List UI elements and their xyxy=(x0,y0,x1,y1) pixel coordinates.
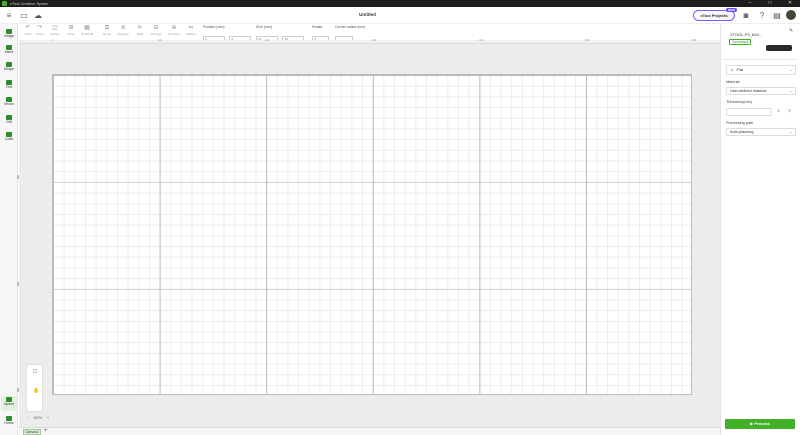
sidebar-item-image[interactable]: Image xyxy=(1,28,17,43)
app-logo-icon xyxy=(2,1,7,6)
sidebar-item-code[interactable]: Code xyxy=(1,131,17,146)
sidebar-item-home[interactable]: Home xyxy=(1,415,17,430)
sidebar-item-insert[interactable]: Insert xyxy=(1,44,17,59)
divider xyxy=(724,59,798,60)
hand-icon[interactable]: ✋ xyxy=(33,388,39,394)
align-icon: ⊫ xyxy=(137,25,143,31)
reflect-icon: ⇋ xyxy=(188,25,194,31)
material-label: Material xyxy=(726,80,740,84)
window-titlebar: xTool Creative Space – □ ✕ xyxy=(0,0,800,7)
tab-canvas1[interactable]: Canvas1 xyxy=(23,429,41,435)
chevron-down-icon: ⌄ xyxy=(789,129,793,134)
ruler-tick: 500 xyxy=(585,39,590,42)
reflect-button[interactable]: ⇋ Reflect xyxy=(183,25,199,39)
scroll-handle[interactable] xyxy=(17,388,19,392)
app-header: ≡ ▭ ☁ Untitled xTool Projects NEW ◙ ? ▤ xyxy=(0,7,800,24)
processing-type-select[interactable]: ⊿ Flat ⌄ xyxy=(726,65,796,75)
ruler-tick: 100 xyxy=(158,39,163,42)
ruler-tick: 400 xyxy=(479,39,484,42)
minimize-button[interactable]: – xyxy=(740,0,760,7)
thickness-field[interactable] xyxy=(726,108,772,116)
ungroup-icon: ⧈ xyxy=(121,25,125,31)
outline-button[interactable]: ◫ Outline xyxy=(47,25,63,39)
scroll-handle[interactable] xyxy=(17,175,19,179)
camera-icon[interactable]: ◙ xyxy=(741,11,751,20)
window-controls: – □ ✕ xyxy=(740,0,800,7)
material-value: User-defined material xyxy=(730,89,767,93)
device-image xyxy=(766,45,792,51)
position-label: Position (mm) xyxy=(203,25,225,29)
sidebar-item-gift[interactable]: Gift xyxy=(1,114,17,129)
projects-button[interactable]: xTool Projects NEW xyxy=(693,8,737,21)
new-badge: NEW xyxy=(726,8,737,12)
processing-type-value: Flat xyxy=(736,67,744,72)
redo-button[interactable]: ↷ Redo xyxy=(32,25,48,39)
size-label: Size (mm) xyxy=(256,25,272,29)
processing-path-value: Auto-planning xyxy=(730,130,754,134)
combine-icon: ⊕ xyxy=(171,25,177,31)
chevron-down-icon: ⌄ xyxy=(789,88,793,93)
arrange-icon: ⊟ xyxy=(153,25,159,31)
ruler-tick: 0 xyxy=(52,39,54,42)
sidebar-item-speed[interactable]: Speed xyxy=(1,396,17,411)
group-button[interactable]: ⧉ Group xyxy=(99,25,115,39)
projects-label: xTool Projects xyxy=(700,13,728,18)
sidebar-item-shape[interactable]: Shape xyxy=(1,61,17,76)
canvas-area[interactable] xyxy=(19,44,720,427)
close-button[interactable]: ✕ xyxy=(780,0,800,7)
right-panel: XTOOL-P2_b2d... ✎ Connected ⊿ Flat ⌄ Mat… xyxy=(720,24,800,435)
align-button[interactable]: ⊫ Align xyxy=(132,25,148,39)
avatar[interactable] xyxy=(786,10,796,20)
sidebar-item-text[interactable]: Text xyxy=(1,79,17,94)
document-title: Untitled xyxy=(359,12,376,17)
processing-path-select[interactable]: Auto-planning ⌄ xyxy=(726,128,796,136)
zoom-control: − 101% + xyxy=(26,416,49,420)
zoom-in-button[interactable]: + xyxy=(47,416,49,420)
help-icon[interactable]: ? xyxy=(757,11,767,20)
outline-icon: ◫ xyxy=(52,25,58,31)
window-title: xTool Creative Space xyxy=(10,1,48,6)
left-sidebar: Image Insert Shape Text Vector Gift Code… xyxy=(0,24,18,435)
process-button[interactable]: ▶ Process xyxy=(725,419,795,429)
work-area-grid[interactable] xyxy=(52,74,692,395)
group-icon: ⧉ xyxy=(104,25,110,31)
array-button[interactable]: ⊞ Array xyxy=(63,25,79,39)
device-name[interactable]: XTOOL-P2_b2d... xyxy=(730,32,762,37)
ruler-tick: 600 xyxy=(692,39,697,42)
arrange-button[interactable]: ⊟ Arrange xyxy=(148,25,164,39)
maximize-button[interactable]: □ xyxy=(760,0,780,7)
ruler-tick: 300 xyxy=(372,39,377,42)
rotate-label: Rotate xyxy=(312,25,323,29)
processing-path-label: Processing path xyxy=(726,121,754,125)
canvas-tools-panel: ◻ ✋ xyxy=(26,364,43,412)
thickness-label: Thickness(mm) xyxy=(726,100,752,104)
ungroup-button[interactable]: ⧈ Ungroup xyxy=(115,25,131,39)
flat-processing-icon: ⊿ xyxy=(730,67,734,72)
redo-icon: ↷ xyxy=(37,25,43,31)
save-icon[interactable]: ▤ xyxy=(772,11,782,20)
smart-fill-icon: ▦ xyxy=(84,25,90,31)
link-icon[interactable]: ⚲ xyxy=(788,108,791,113)
sidebar-item-vector[interactable]: Vector xyxy=(1,96,17,111)
zoom-out-button[interactable]: − xyxy=(26,416,28,420)
combine-button[interactable]: ⊕ Combine xyxy=(166,25,182,39)
select-icon[interactable]: ◻ xyxy=(33,368,37,374)
array-icon: ⊞ xyxy=(68,25,74,31)
chevron-down-icon: ⌄ xyxy=(789,67,793,72)
material-select[interactable]: User-defined material ⌄ xyxy=(726,87,796,95)
process-label: Process xyxy=(754,421,770,426)
edit-icon[interactable]: ✎ xyxy=(789,28,793,34)
zoom-level[interactable]: 101% xyxy=(33,416,42,420)
canvas-tabs: Canvas1 + xyxy=(19,427,720,435)
corner-radius-label: Corner radius (mm) xyxy=(335,25,366,29)
smart-fill-button[interactable]: ▦ Smart fill xyxy=(79,25,95,39)
ruler-tick: 200 xyxy=(265,39,270,42)
scroll-handle[interactable] xyxy=(17,282,19,286)
measure-icon[interactable]: ⇕ xyxy=(777,108,780,113)
toolbar: ↶ Undo ↷ Redo ◫ Outline ⊞ Array ▦ Smart fill … xyxy=(20,24,720,42)
add-canvas-button[interactable]: + xyxy=(44,428,48,435)
connected-badge: Connected xyxy=(729,39,751,45)
